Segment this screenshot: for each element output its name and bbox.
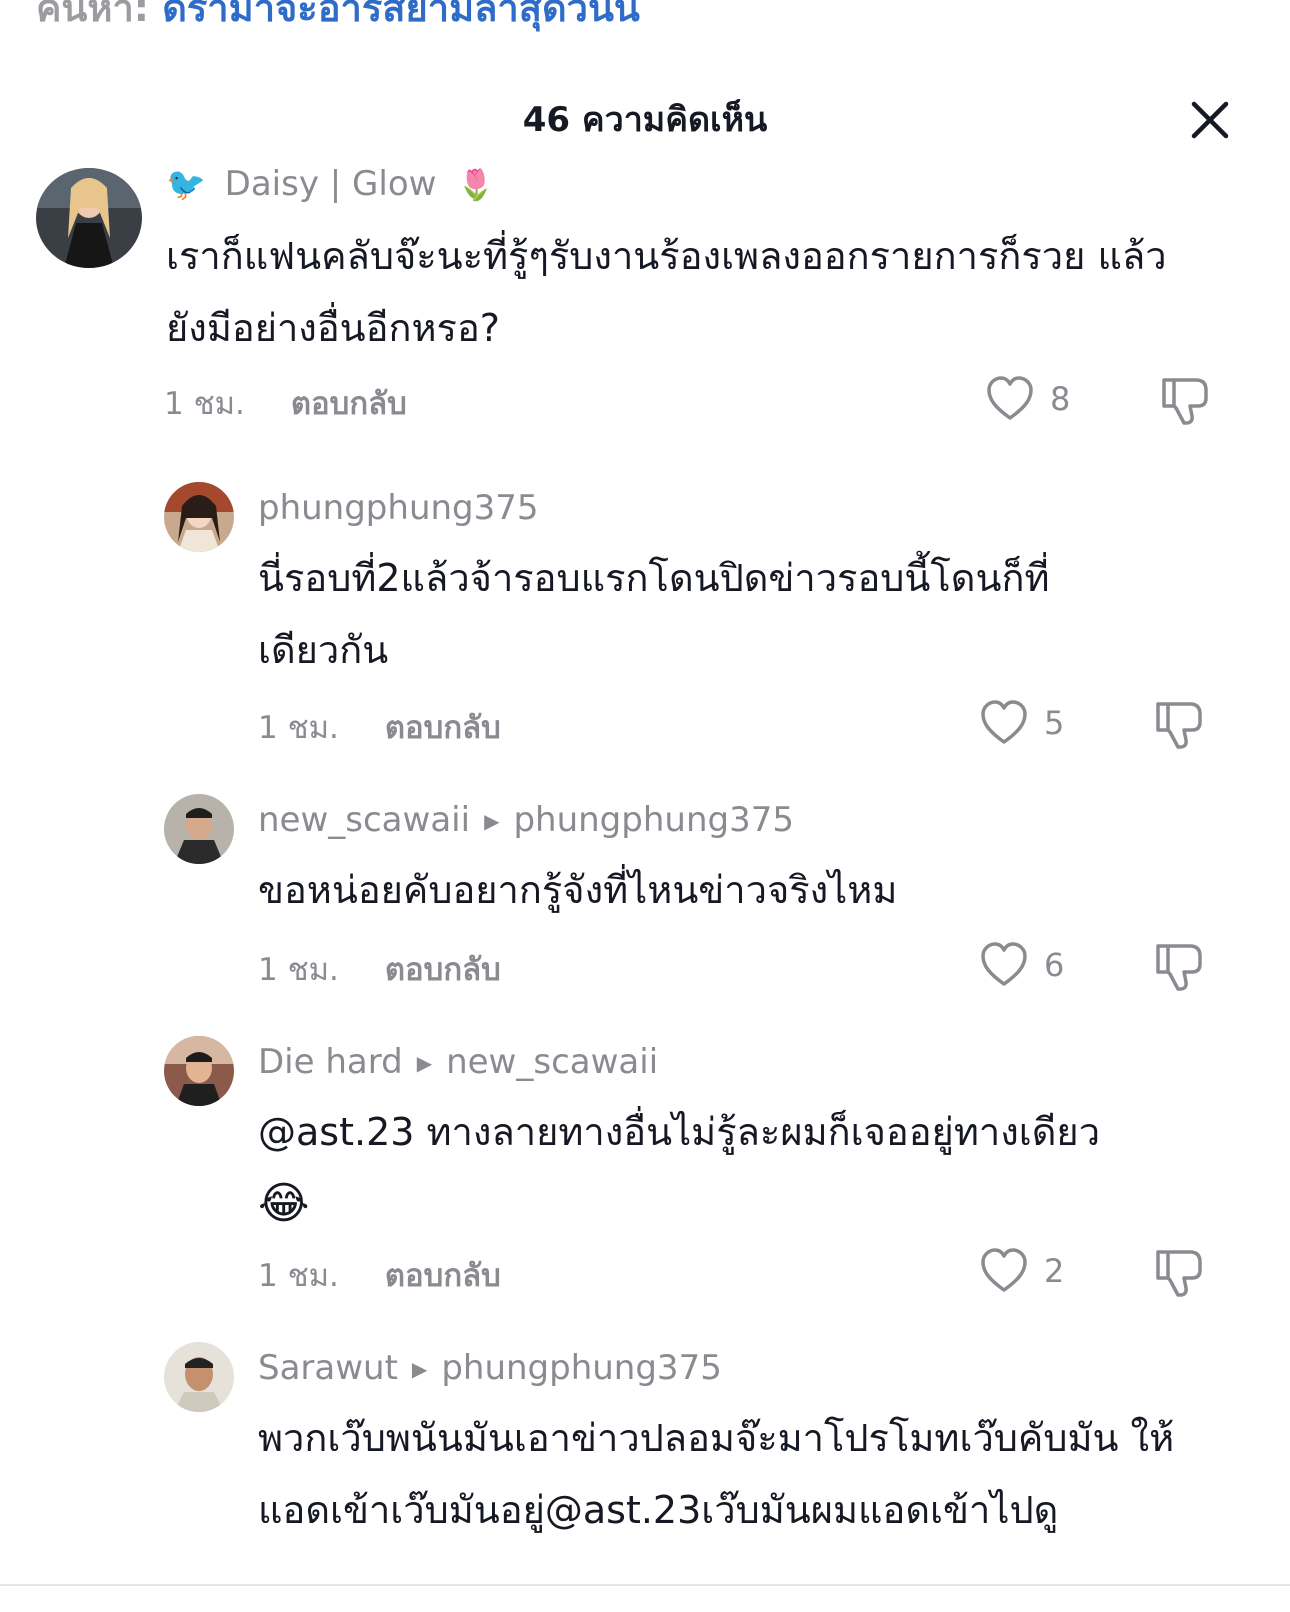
reply-to-username[interactable]: new_scawaii <box>446 1042 658 1082</box>
dislike-button[interactable] <box>1154 700 1204 754</box>
close-button[interactable] <box>1186 96 1234 144</box>
tulip-icon: 🌷 <box>457 168 495 203</box>
avatar[interactable] <box>164 794 234 864</box>
like-button[interactable]: 5 <box>980 700 1064 746</box>
avatar[interactable] <box>36 168 142 268</box>
heart-outline-icon <box>981 700 1027 744</box>
mention-link[interactable]: @ast.23 <box>258 1110 414 1154</box>
avatar[interactable] <box>164 482 234 552</box>
avatar[interactable] <box>164 1036 234 1106</box>
comment-username[interactable]: new_scawaii ▶ phungphung375 <box>258 798 794 842</box>
search-query-link[interactable]: ดราม่าจะอ้ารสยามล่าสุดวันนี้ <box>162 0 640 30</box>
like-count: 8 <box>1050 380 1071 418</box>
comment-text: พวกเว๊บพนันมันเอาข่าวปลอมจ๊ะมาโปรโมทเว๊บ… <box>258 1416 1175 1532</box>
reply-to-username[interactable]: phungphung375 <box>441 1348 722 1388</box>
comment-text: เราก็แฟนคลับจ๊ะนะที่รู้ๆรับงานร้องเพลงออ… <box>166 234 1167 350</box>
reply-button[interactable]: ตอบกลับ <box>385 952 501 988</box>
thumbs-down-icon <box>1156 1250 1202 1297</box>
comment-time: 1 ชม. <box>258 710 339 746</box>
comment-text: @ast.23 ทางลายทางอื่นไม่รู้ละผมก็เจออยู่… <box>258 1110 1101 1229</box>
like-button[interactable]: 6 <box>980 942 1064 988</box>
triangle-right-icon: ▶ <box>484 809 500 833</box>
like-count: 6 <box>1044 946 1065 984</box>
comment-text: นี่รอบที่2แล้วจ้ารอบแรกโดนปิดข่าวรอบนี้โ… <box>258 556 1050 672</box>
comment-meta: 1 ชม. ตอบกลับ <box>258 702 501 752</box>
thumbs-down-icon <box>1156 944 1202 991</box>
reply-to-username[interactable]: phungphung375 <box>513 800 794 840</box>
like-count: 5 <box>1044 704 1065 742</box>
like-count: 2 <box>1044 1252 1065 1290</box>
search-prefix: ค้นหา: <box>36 0 149 30</box>
like-button[interactable]: 8 <box>986 376 1070 422</box>
heart-outline-icon <box>987 376 1033 420</box>
dislike-button[interactable] <box>1154 942 1204 996</box>
avatar[interactable] <box>164 1342 234 1412</box>
comment-time: 1 ชม. <box>258 952 339 988</box>
triangle-right-icon: ▶ <box>411 1357 428 1381</box>
thumbs-down-icon <box>1162 378 1208 425</box>
bird-icon: 🐦 <box>166 165 206 203</box>
search-suggestion[interactable]: ค้นหา: ดราม่าจะอ้ารสยามล่าสุดวันนี้ <box>36 0 640 38</box>
triangle-right-icon: ▶ <box>416 1051 433 1075</box>
comment-time: 1 ชม. <box>258 1258 339 1294</box>
reply-button[interactable]: ตอบกลับ <box>291 386 407 422</box>
comment-text: ขอหน่อยคับอยากรู้จังที่ไหนข่าวจริงไหม <box>258 868 898 912</box>
comments-count-title: 46 ความคิดเห็น <box>522 100 768 140</box>
heart-outline-icon <box>981 1248 1027 1292</box>
comment-time: 1 ชม. <box>164 386 245 422</box>
comment-meta: 1 ชม. ตอบกลับ <box>164 378 407 428</box>
comment-meta: 1 ชม. ตอบกลับ <box>258 944 501 994</box>
thumbs-down-icon <box>1156 702 1202 749</box>
comment-username[interactable]: Die hard ▶ new_scawaii <box>258 1040 658 1084</box>
comment-username[interactable]: Sarawut ▶ phungphung375 <box>258 1346 722 1390</box>
bottom-divider <box>0 1584 1290 1586</box>
reply-button[interactable]: ตอบกลับ <box>385 710 501 746</box>
like-button[interactable]: 2 <box>980 1248 1064 1294</box>
close-icon <box>1191 101 1229 139</box>
comment-username[interactable]: 🐦 Daisy | Glow 🌷 <box>166 162 495 206</box>
comment-meta: 1 ชม. ตอบกลับ <box>258 1250 501 1300</box>
dislike-button[interactable] <box>1160 376 1210 430</box>
dislike-button[interactable] <box>1154 1248 1204 1302</box>
laughing-emoji-icon: 😂 <box>258 1178 310 1229</box>
reply-button[interactable]: ตอบกลับ <box>385 1258 501 1294</box>
comment-username[interactable]: phungphung375 <box>258 486 539 530</box>
heart-outline-icon <box>981 942 1027 986</box>
